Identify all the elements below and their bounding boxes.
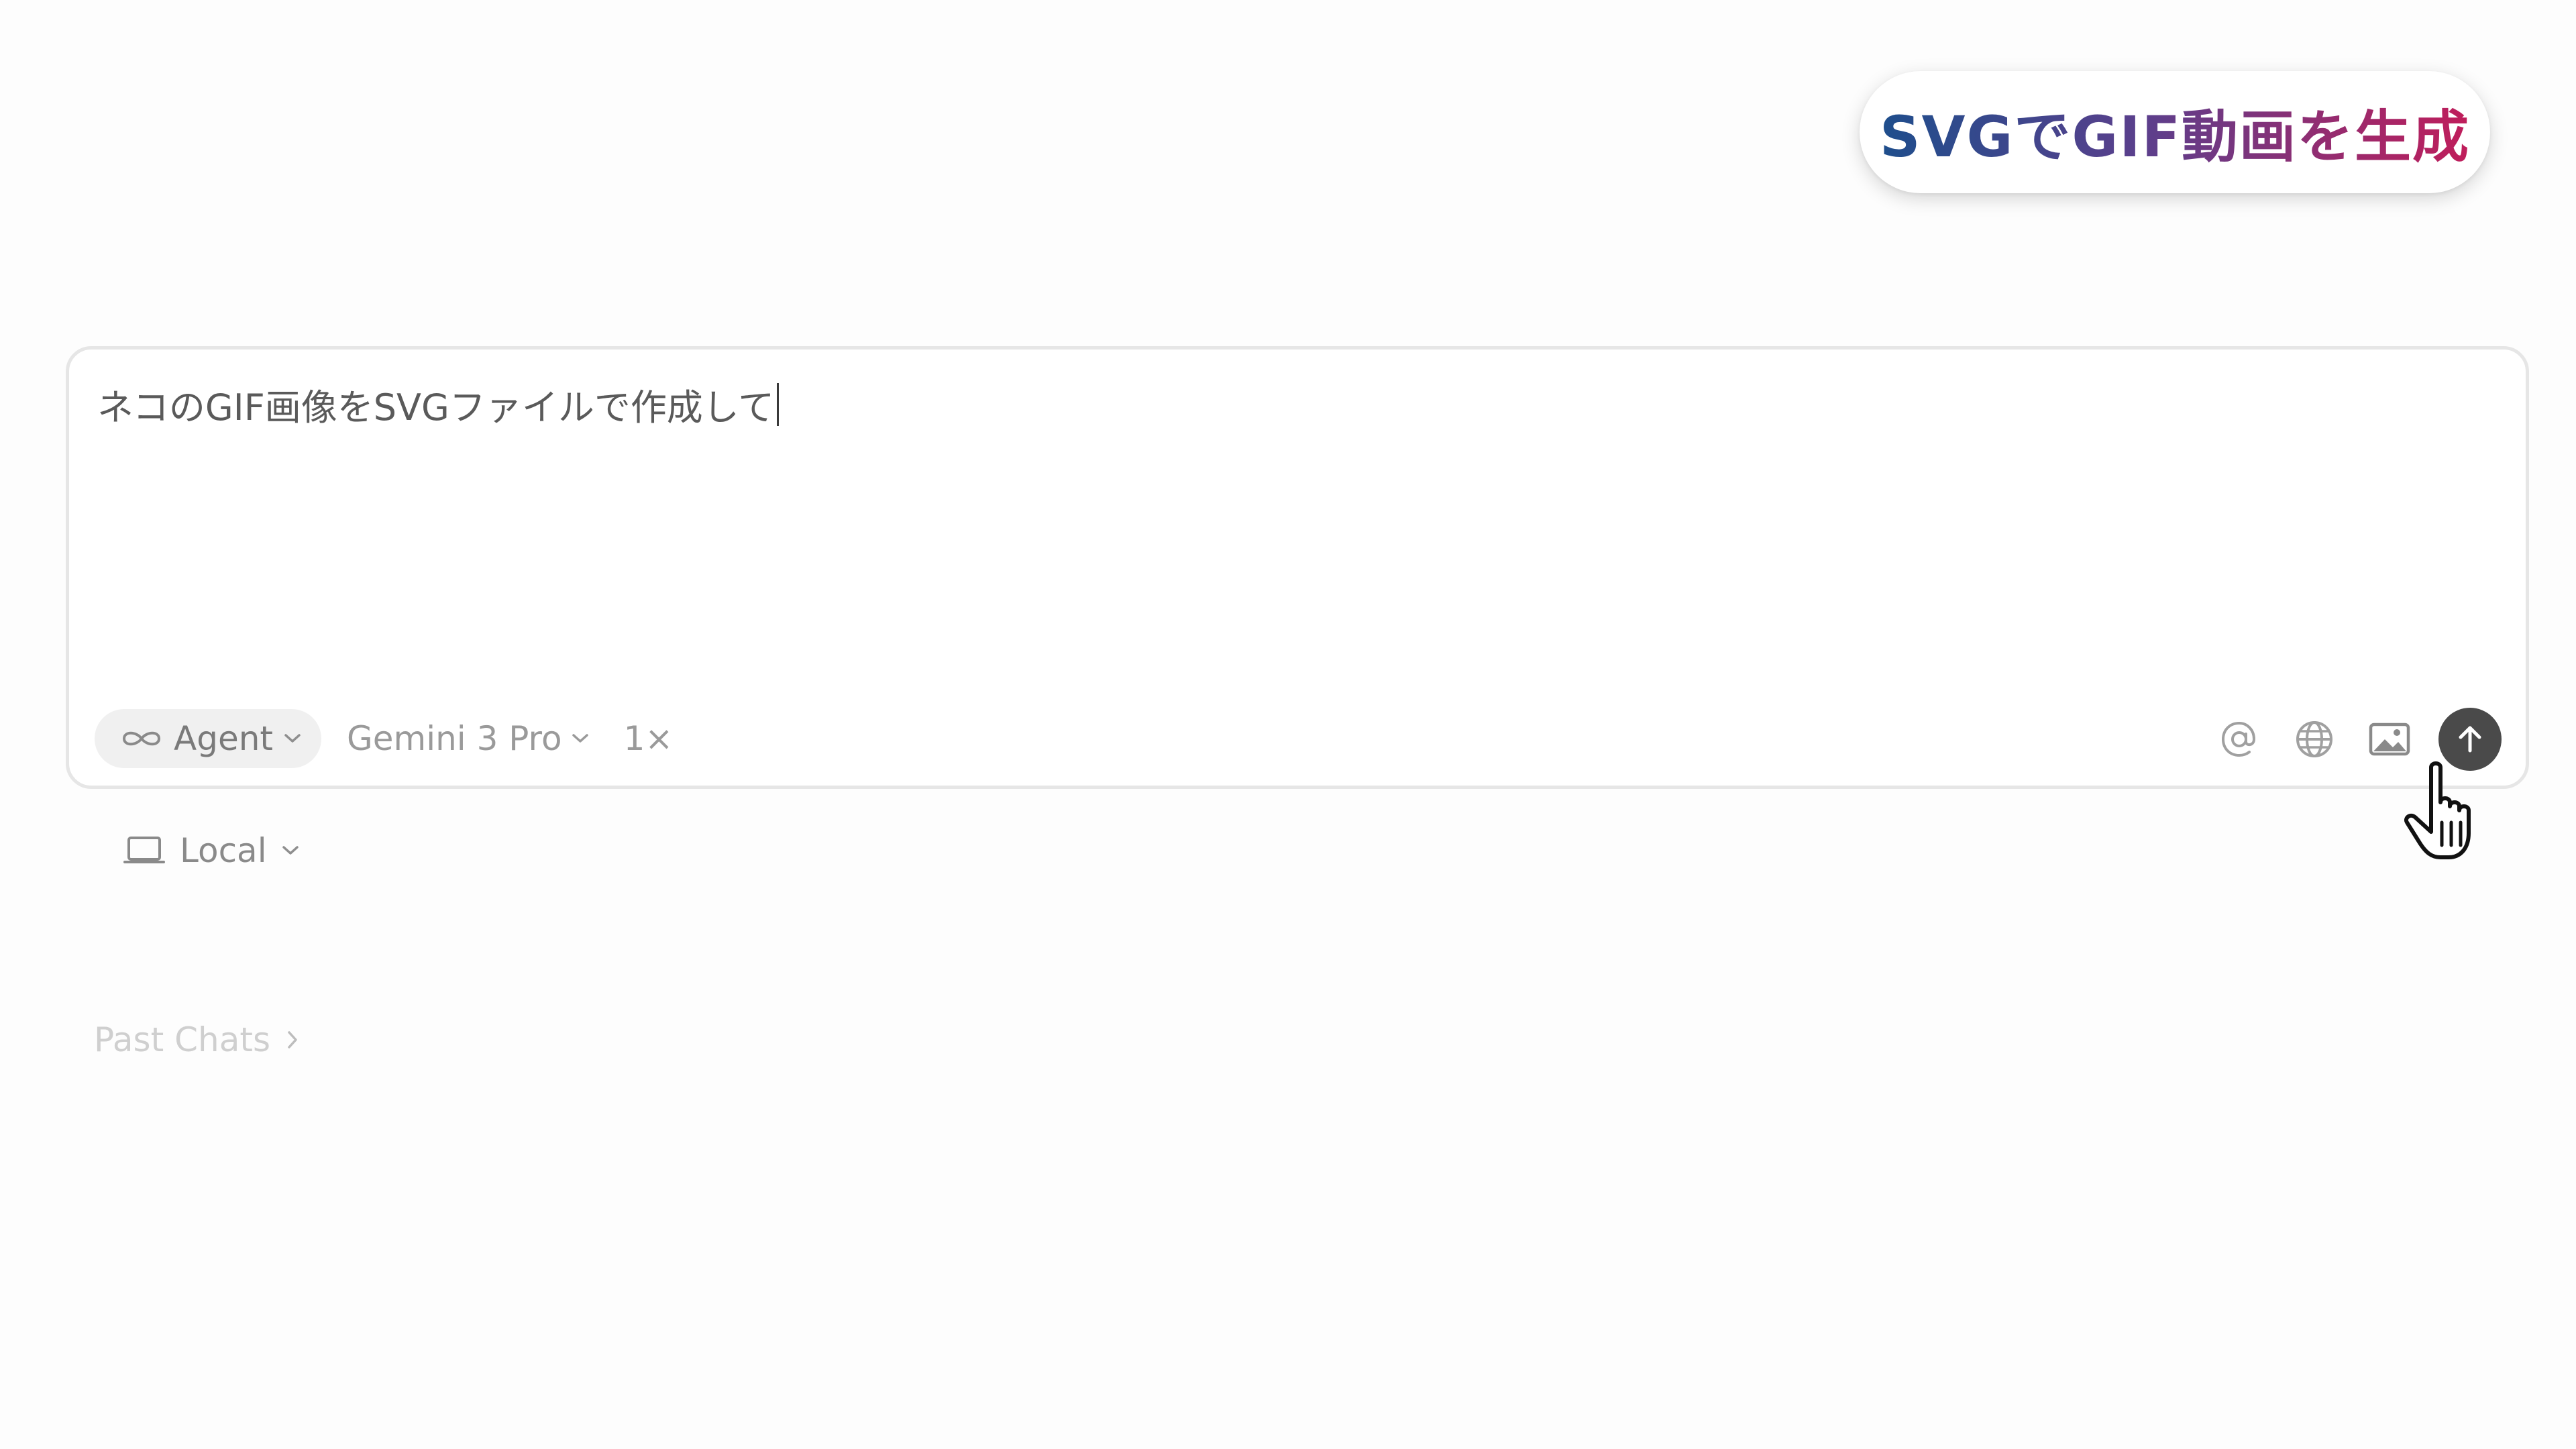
pointer-hand-cursor <box>2404 761 2471 859</box>
overlay-title-pill: SVGでGIF動画を生成 <box>1860 71 2490 193</box>
past-chats-link[interactable]: Past Chats <box>94 1013 299 1067</box>
page: SVGでGIF動画を生成 ネコのGIF画像をSVGファイルで作成して Agent… <box>0 0 2576 1449</box>
infinity-icon <box>122 731 161 746</box>
globe-icon <box>2296 721 2332 757</box>
model-label: Gemini 3 Pro <box>347 719 562 758</box>
image-upload-button[interactable] <box>2366 716 2413 763</box>
overlay-title: SVGでGIF動画を生成 <box>1880 92 2470 173</box>
chevron-down-icon <box>284 734 301 743</box>
web-search-button[interactable] <box>2291 716 2338 763</box>
mode-selector[interactable]: Agent <box>95 709 321 768</box>
chevron-right-icon <box>288 1031 297 1049</box>
chat-composer[interactable]: ネコのGIF画像をSVGファイルで作成して Agent Gemini 3 Pro… <box>66 346 2529 789</box>
chevron-down-icon <box>282 846 299 855</box>
environment-selector[interactable]: Local <box>123 824 299 877</box>
image-icon <box>2369 722 2410 756</box>
model-selector[interactable]: Gemini 3 Pro <box>347 719 589 758</box>
at-icon <box>2221 721 2256 757</box>
text-caret <box>777 382 780 426</box>
mention-button[interactable] <box>2216 716 2263 763</box>
prompt-input-text: ネコのGIF画像をSVGファイルで作成して <box>97 386 775 429</box>
arrow-up-icon <box>2459 726 2481 753</box>
laptop-icon <box>123 837 165 863</box>
composer-controls-left: Agent Gemini 3 Pro 1× <box>95 708 673 769</box>
multiplier-selector[interactable]: 1× <box>624 719 674 758</box>
environment-label: Local <box>180 831 267 870</box>
prompt-input[interactable]: ネコのGIF画像をSVGファイルで作成して <box>97 378 780 431</box>
chevron-down-icon <box>572 734 588 743</box>
mode-label: Agent <box>174 719 273 758</box>
past-chats-label: Past Chats <box>94 1020 270 1059</box>
